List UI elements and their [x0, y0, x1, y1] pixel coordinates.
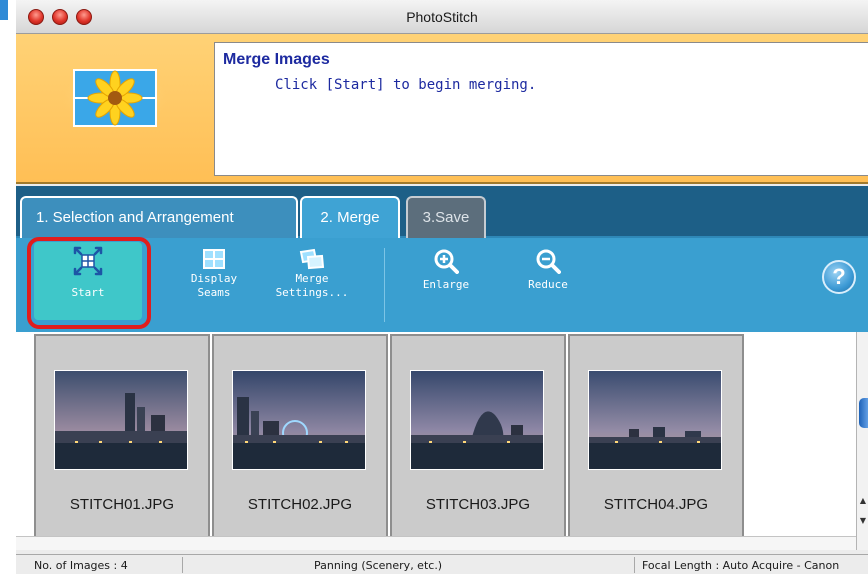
image-filename: STITCH01.JPG: [69, 496, 175, 513]
status-divider: [634, 557, 635, 573]
instruction-header: Merge Images Click [Start] to begin merg…: [16, 34, 868, 184]
enlarge-label: Enlarge: [422, 278, 470, 291]
merge-settings-label-line2: Settings...: [275, 286, 349, 299]
scrollbar-thumb[interactable]: [859, 398, 868, 428]
desktop-background: [0, 0, 16, 574]
photostitch-window: PhotoStitch Merge Images Click [Start] t…: [16, 0, 868, 574]
image-count-status: No. of Images : 4: [34, 559, 128, 572]
merge-settings-label-line1: Merge: [295, 272, 329, 285]
image-tile-stitch03[interactable]: STITCH03.JPG: [390, 334, 566, 542]
display-seams-label-line1: Display: [190, 272, 238, 285]
instruction-title: Merge Images: [223, 51, 330, 68]
tab-save[interactable]: 3.Save: [406, 196, 486, 238]
toolbar-divider: [384, 248, 385, 322]
title-bar[interactable]: PhotoStitch: [16, 0, 868, 34]
zoom-in-icon: [434, 249, 459, 274]
window-title: PhotoStitch: [406, 9, 478, 25]
image-thumbnail: [410, 370, 544, 470]
image-filename: STITCH02.JPG: [247, 496, 353, 513]
status-divider: [182, 557, 183, 573]
instruction-text: Click [Start] to begin merging.: [275, 77, 537, 93]
image-filename: STITCH03.JPG: [425, 496, 531, 513]
focal-length-status: Focal Length : Auto Acquire - Canon: [642, 559, 840, 572]
image-tile-stitch02[interactable]: STITCH02.JPG: [212, 334, 388, 542]
merge-settings-button[interactable]: Merge Settings...: [264, 244, 360, 328]
zoom-out-icon: [536, 249, 561, 274]
merge-settings-icon: [299, 248, 325, 270]
tab-selection-arrangement[interactable]: 1. Selection and Arrangement: [20, 196, 298, 238]
image-thumbnail: [232, 370, 366, 470]
enlarge-button[interactable]: Enlarge: [398, 244, 494, 328]
reduce-label: Reduce: [528, 278, 568, 291]
tab-merge[interactable]: 2. Merge: [300, 196, 400, 238]
reduce-button[interactable]: Reduce: [500, 244, 596, 328]
image-filename: STITCH04.JPG: [603, 496, 709, 513]
display-seams-icon: [203, 249, 225, 269]
scroll-up-arrow-icon[interactable]: ▲: [858, 496, 868, 510]
image-thumbnail: [588, 370, 722, 470]
photostitch-logo-icon: [60, 64, 170, 130]
scroll-down-arrow-icon[interactable]: ▼: [858, 516, 868, 530]
stitch-mode-status: Panning (Scenery, etc.): [314, 559, 443, 572]
image-grid: STITCH01.JPG STITCH02.JPG STITCH03.JPG S…: [16, 332, 856, 550]
help-button[interactable]: ?: [822, 260, 856, 294]
image-tile-stitch04[interactable]: STITCH04.JPG: [568, 334, 744, 542]
display-seams-label-line2: Seams: [197, 286, 231, 299]
image-tile-stitch01[interactable]: STITCH01.JPG: [34, 334, 210, 542]
display-seams-button[interactable]: Display Seams: [166, 244, 262, 328]
image-thumbnail: [54, 370, 188, 470]
start-button-highlight: [27, 237, 151, 329]
status-bar: No. of Images : 4 Panning (Scenery, etc.…: [16, 554, 868, 574]
horizontal-scrollbar[interactable]: [16, 536, 856, 550]
vertical-scrollbar[interactable]: ▲ ▼: [856, 332, 868, 550]
instruction-box: Merge Images Click [Start] to begin merg…: [214, 42, 868, 176]
